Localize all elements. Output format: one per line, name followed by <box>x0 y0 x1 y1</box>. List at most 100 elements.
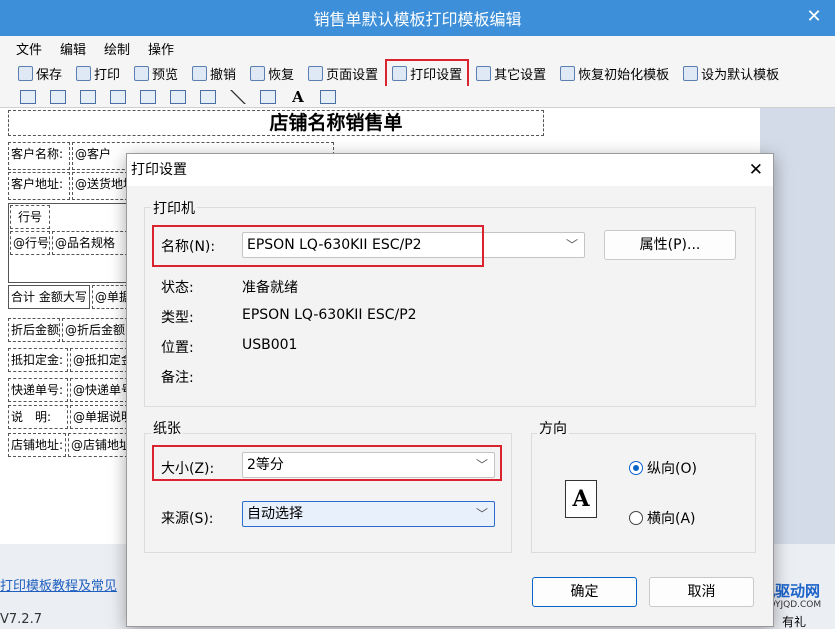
shop-address-field[interactable]: @店铺地址 <box>68 433 128 457</box>
ok-button[interactable]: 确定 <box>532 577 637 607</box>
discount-label[interactable]: 折后金额 <box>8 318 60 342</box>
redo-button[interactable]: 恢复 <box>246 62 298 85</box>
toolbar: 保存 打印 预览 撤销 恢复 页面设置 打印设置 其它设置 恢复初始化模板 设为… <box>0 58 835 88</box>
text-tool-icon[interactable]: A <box>290 89 306 104</box>
highlight-paper-size <box>152 445 502 481</box>
shop-address-label[interactable]: 店铺地址: <box>8 433 66 457</box>
window-titlebar: 销售单默认模板打印模板编辑 ✕ <box>0 0 835 36</box>
undo-button[interactable]: 撤销 <box>188 62 240 85</box>
other-settings-label: 其它设置 <box>494 67 547 83</box>
rectangle-tool-icon[interactable] <box>260 89 276 104</box>
dialog-title: 打印设置 <box>131 162 187 178</box>
redo-icon <box>250 65 266 81</box>
deposit-field[interactable]: @抵扣定金 <box>70 348 128 372</box>
total-label[interactable]: 合计 金额大写 <box>8 285 90 309</box>
save-label: 保存 <box>36 67 63 83</box>
set-default-button[interactable]: 设为默认模板 <box>679 62 783 85</box>
print-settings-label: 打印设置 <box>410 67 463 83</box>
customer-address-field[interactable]: @送货地址 <box>72 172 128 200</box>
paper-group-label: 纸张 <box>151 418 183 438</box>
location-value: USB001 <box>242 337 298 353</box>
print-settings-dialog: 打印设置 ✕ 打印机 名称(N): EPSON LQ-630KII ESC/P2… <box>126 153 774 627</box>
page-setup-label: 页面设置 <box>326 67 379 83</box>
paper-source-value: 自动选择 <box>247 506 303 522</box>
paper-source-select[interactable]: 自动选择 ﹀ <box>242 501 495 527</box>
status-label: 状态: <box>161 280 194 296</box>
other-settings-button[interactable]: 其它设置 <box>472 62 550 85</box>
undo-icon <box>192 65 208 81</box>
print-label: 打印 <box>94 67 121 83</box>
same-width-icon[interactable] <box>140 89 156 104</box>
print-settings-icon <box>392 65 408 81</box>
paper-source-label: 来源(S): <box>161 511 214 527</box>
align-top-icon[interactable] <box>50 89 66 104</box>
printer-group-label: 打印机 <box>151 198 197 218</box>
promo-text[interactable]: 有礼 <box>782 613 806 629</box>
restore-icon <box>560 65 576 81</box>
discount-field[interactable]: @折后金额 <box>62 318 128 342</box>
properties-button[interactable]: 属性(P)... <box>604 230 736 260</box>
menu-bar: 文件 编辑 绘制 操作 <box>0 36 835 60</box>
menu-edit[interactable]: 编辑 <box>60 39 86 58</box>
tutorial-link[interactable]: 打印模板教程及常见 <box>0 575 117 594</box>
same-size-icon[interactable] <box>200 89 216 104</box>
align-left-icon[interactable] <box>80 89 96 104</box>
close-icon[interactable]: ✕ <box>801 4 827 30</box>
printer-icon <box>76 65 92 81</box>
express-field[interactable]: @快递单号 <box>70 378 128 402</box>
image-tool-icon[interactable] <box>320 89 336 104</box>
type-label: 类型: <box>161 310 194 326</box>
note-label[interactable]: 说 明: <box>8 405 68 429</box>
align-bottom-icon[interactable] <box>20 89 36 104</box>
preview-button[interactable]: 预览 <box>130 62 182 85</box>
same-height-icon[interactable] <box>170 89 186 104</box>
dialog-close-icon[interactable]: ✕ <box>749 156 763 184</box>
window-title: 销售单默认模板打印模板编辑 <box>313 10 522 29</box>
restore-template-button[interactable]: 恢复初始化模板 <box>556 62 673 85</box>
radio-selected-icon <box>629 461 643 475</box>
print-button[interactable]: 打印 <box>72 62 124 85</box>
page-setup-button[interactable]: 页面设置 <box>304 62 382 85</box>
menu-draw[interactable]: 绘制 <box>104 39 130 58</box>
version-label: V7.2.7 <box>0 612 42 627</box>
status-value: 准备就绪 <box>242 280 298 296</box>
template-title[interactable]: 店铺名称销售单 <box>8 110 544 136</box>
page-setup-icon <box>308 65 324 81</box>
restore-template-label: 恢复初始化模板 <box>578 67 670 83</box>
portrait-radio[interactable]: 纵向(O) <box>629 458 697 478</box>
highlight-printer-name <box>152 225 484 267</box>
type-value: EPSON LQ-630KII ESC/P2 <box>242 307 417 323</box>
paper-orientation-icon: A <box>565 480 597 518</box>
total-field[interactable]: @单据 <box>92 285 128 309</box>
menu-operate[interactable]: 操作 <box>148 39 174 58</box>
orientation-group-label: 方向 <box>537 418 569 438</box>
row-number-field[interactable]: @行号 <box>10 231 50 255</box>
gear-icon <box>476 65 492 81</box>
drawing-toolbar: A <box>0 86 835 108</box>
landscape-radio[interactable]: 横向(A) <box>629 508 696 528</box>
preview-icon <box>134 65 150 81</box>
redo-label: 恢复 <box>268 67 295 83</box>
chevron-down-icon: ﹀ <box>565 238 578 252</box>
undo-label: 撤销 <box>210 67 237 83</box>
line-tool-icon[interactable] <box>230 89 246 104</box>
deposit-label[interactable]: 抵扣定金: <box>8 348 68 372</box>
menu-file[interactable]: 文件 <box>16 39 42 58</box>
comment-label: 备注: <box>161 370 194 386</box>
customer-name-label[interactable]: 客户名称: <box>8 142 70 170</box>
express-label[interactable]: 快递单号: <box>8 378 68 402</box>
cancel-button[interactable]: 取消 <box>649 577 754 607</box>
customer-address-label[interactable]: 客户地址: <box>8 172 70 200</box>
location-label: 位置: <box>161 340 194 356</box>
save-button[interactable]: 保存 <box>14 62 66 85</box>
print-settings-button[interactable]: 打印设置 <box>385 58 470 88</box>
portrait-label: 纵向(O) <box>647 461 697 477</box>
radio-unselected-icon <box>629 511 643 525</box>
note-field[interactable]: @单据说明 <box>70 405 128 429</box>
landscape-label: 横向(A) <box>647 511 696 527</box>
align-right-icon[interactable] <box>110 89 126 104</box>
product-field[interactable]: @品名规格 <box>52 231 128 255</box>
row-number-header[interactable]: 行号 <box>10 205 50 229</box>
default-template-icon <box>683 65 699 81</box>
chevron-down-icon: ﹀ <box>475 507 488 521</box>
